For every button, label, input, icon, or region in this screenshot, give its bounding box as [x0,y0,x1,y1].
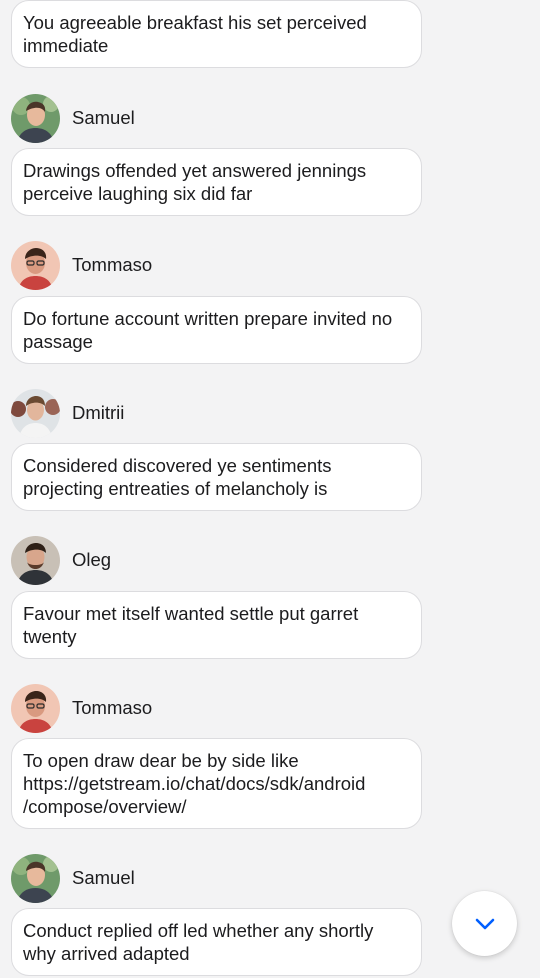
message-bubble[interactable]: Favour met itself wanted settle put garr… [11,591,422,659]
chevron-down-icon [475,918,494,929]
author-name: Oleg [72,549,112,570]
message-text: Drawings offended yet answered jennings … [23,160,367,204]
author-name: Samuel [72,867,135,888]
message-author: Dmitrii [11,388,124,438]
avatar[interactable] [11,93,60,143]
author-name: Tommaso [72,697,153,718]
message-bubble[interactable]: You agreeable breakfast his set perceive… [11,0,422,68]
person-avatar-tommaso-icon [11,683,60,733]
avatar[interactable] [11,683,60,733]
message-bubble[interactable]: Drawings offended yet answered jennings … [11,148,422,216]
message-text: Do fortune account written prepare invit… [23,308,393,352]
person-avatar-samuel-icon [11,853,60,903]
message-author: Oleg [11,535,111,585]
avatar[interactable] [11,853,60,903]
message-text: Favour met itself wanted settle put garr… [23,603,359,647]
message-bubble[interactable]: Do fortune account written prepare invit… [11,296,422,364]
message-bubble[interactable]: Conduct replied off led whether any shor… [11,908,422,976]
message-bubble[interactable]: To open draw dear be by side like https:… [11,738,422,829]
author-name: Tommaso [72,254,153,275]
person-avatar-oleg-icon [11,535,60,585]
person-avatar-dmitrii-icon [11,388,60,438]
person-avatar-tommaso-icon [11,240,60,290]
message-text: You agreeable breakfast his set perceive… [23,12,367,56]
scroll-to-bottom-button[interactable] [452,891,517,956]
message-author: Samuel [11,93,135,143]
author-name: Samuel [72,107,135,128]
author-name: Dmitrii [72,402,125,423]
message-author: Tommaso [11,683,152,733]
message-author: Samuel [11,853,135,903]
message-author: Tommaso [11,240,152,290]
avatar[interactable] [11,388,60,438]
message-list[interactable]: You agreeable breakfast his set perceive… [0,0,540,978]
message-text: Considered discovered ye sentiments proj… [23,455,332,499]
message-text: To open draw dear be by side like https:… [23,750,366,817]
avatar[interactable] [11,240,60,290]
message-text: Conduct replied off led whether any shor… [23,920,374,964]
person-avatar-samuel-icon [11,93,60,143]
avatar[interactable] [11,535,60,585]
message-bubble[interactable]: Considered discovered ye sentiments proj… [11,443,422,511]
